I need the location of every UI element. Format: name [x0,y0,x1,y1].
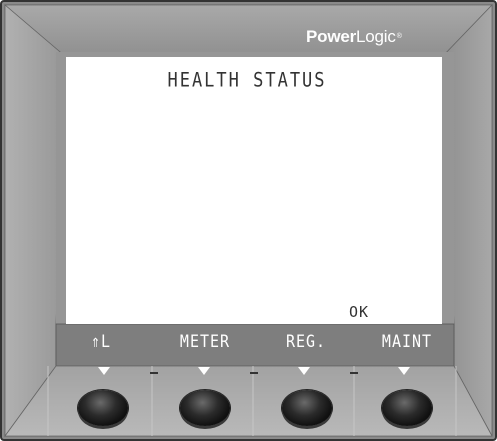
logo-logic-text: Logic [356,27,396,46]
up-button[interactable] [78,390,128,426]
reg-button[interactable] [282,390,332,426]
logo-registered-mark: ® [396,33,402,40]
health-status-value: OK [349,303,370,321]
softkey-label-meter: METER [179,331,231,352]
maint-button[interactable] [382,390,432,426]
softkey-label-maint: MAINT [381,331,433,352]
softkey-pointer-2-icon [198,367,210,375]
meter-button[interactable] [180,390,230,426]
powerlogic-logo: PowerLogic® [306,27,402,47]
softkey-pointer-1-icon [98,367,110,375]
lcd-display: HEALTH STATUS OK [66,57,442,324]
softkey-label-reg: REG. [285,331,327,352]
softkey-pointer-3-icon [298,367,310,375]
softkey-label-up: ⇑L [90,331,112,352]
logo-power-text: Power [306,27,357,46]
softkey-pointer-4-icon [398,367,410,375]
softkey-label-bar: ⇑L METER REG. MAINT [56,324,454,366]
screen-title: HEALTH STATUS [167,69,327,92]
